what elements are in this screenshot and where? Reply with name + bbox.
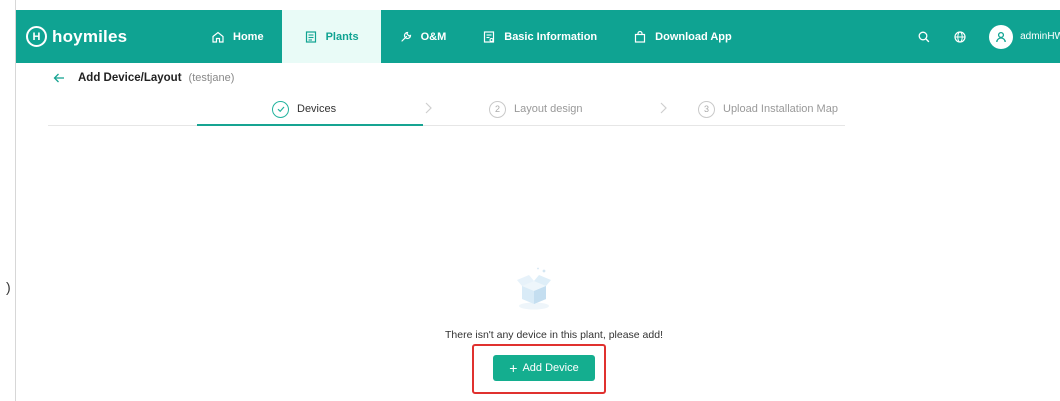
main-nav: Home Plants O&M Basic Information Downlo…	[193, 10, 750, 63]
step-label: Layout design	[514, 103, 583, 115]
step-label: Devices	[297, 103, 337, 115]
home-icon	[211, 30, 225, 44]
add-device-button[interactable]: + Add Device	[493, 355, 595, 381]
info-sheet-icon	[482, 30, 496, 44]
user-avatar[interactable]	[989, 24, 1014, 49]
user-icon	[994, 30, 1008, 44]
step-number: 3	[698, 100, 715, 118]
step-devices[interactable]: Devices	[272, 94, 336, 124]
nav-item-label: O&M	[420, 30, 447, 43]
brand-logo[interactable]: H hoymiles	[26, 26, 176, 47]
nav-item-basic-information[interactable]: Basic Information	[464, 10, 615, 63]
chevron-right-icon	[658, 101, 670, 115]
nav-item-download-app[interactable]: Download App	[615, 10, 750, 63]
step-progress: Devices 2 Layout design 3 Upload Install…	[48, 94, 845, 126]
plant-name: (testjane)	[188, 72, 235, 84]
logo-mark-icon: H	[26, 26, 47, 47]
plus-icon: +	[509, 360, 518, 376]
step-layout-design[interactable]: 2 Layout design	[489, 94, 583, 124]
page-header: Add Device/Layout (testjane)	[52, 70, 234, 86]
bag-icon	[633, 30, 647, 44]
wrench-icon	[399, 30, 413, 44]
add-device-button-label: Add Device	[522, 362, 579, 374]
step-number: 2	[489, 100, 506, 118]
document-icon	[304, 30, 318, 44]
page-title: Add Device/Layout	[78, 72, 182, 84]
empty-state-message: There isn't any device in this plant, pl…	[445, 329, 663, 341]
app-screen: ) H hoymiles Home Plants O&M Basic Infor…	[0, 0, 1060, 401]
step-label: Upload Installation Map	[723, 103, 838, 115]
brand-name: hoymiles	[52, 26, 128, 46]
chevron-right-icon	[423, 101, 435, 115]
step-upload-installation-map[interactable]: 3 Upload Installation Map	[698, 94, 838, 124]
nav-item-label: Basic Information	[504, 30, 598, 43]
globe-icon[interactable]	[953, 30, 967, 44]
nav-item-label: Home	[233, 30, 264, 43]
nav-item-om[interactable]: O&M	[381, 10, 465, 63]
nav-item-label: Download App	[655, 30, 732, 43]
nav-item-label: Plants	[325, 30, 359, 43]
username[interactable]: adminHW	[1020, 31, 1060, 42]
nav-item-plants[interactable]: Plants	[281, 10, 381, 63]
check-icon	[272, 100, 289, 118]
active-step-underline	[197, 124, 423, 126]
empty-box-icon	[514, 266, 554, 312]
search-icon[interactable]	[917, 30, 931, 44]
gutter-glyph: )	[6, 279, 11, 295]
top-navigation-bar: H hoymiles Home Plants O&M Basic Informa…	[16, 10, 1060, 63]
topbar-actions: adminHW	[917, 10, 1060, 63]
nav-item-home[interactable]: Home	[193, 10, 282, 63]
back-arrow-icon[interactable]	[52, 71, 66, 85]
